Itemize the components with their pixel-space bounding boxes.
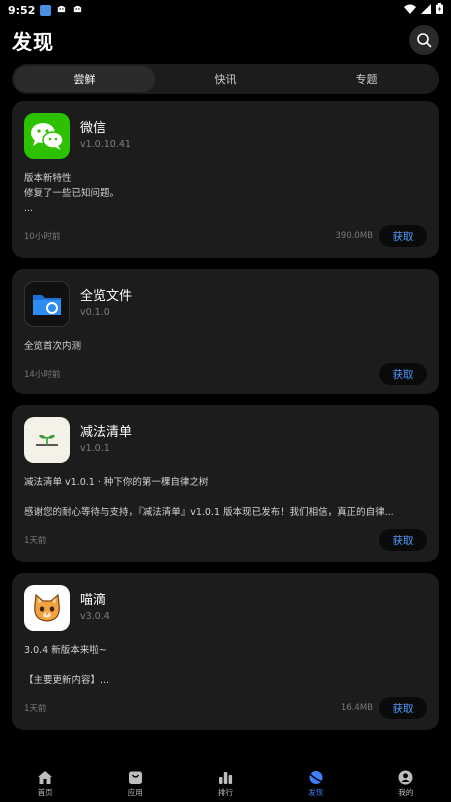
app-description: 版本新特性 修复了一些已知问题。 ... [24, 171, 427, 216]
status-time: 9:52 [8, 3, 36, 17]
desc-line: 版本新特性 [24, 173, 72, 184]
app-feed: 微信 v1.0.10.41 版本新特性 修复了一些已知问题。 ... 10小时前… [12, 101, 439, 741]
ranking-icon [219, 772, 233, 784]
tab-zhuanti[interactable]: 专题 [296, 66, 437, 92]
desc-line: ... [24, 203, 34, 214]
app-card[interactable]: 全览文件 v0.1.0 全览首次内测 14小时前 获取 [12, 269, 439, 394]
tab-kuaixun[interactable]: 快讯 [155, 66, 296, 92]
desc-line [24, 490, 427, 505]
desc-line: 修复了一些已知问题。 [24, 188, 120, 199]
search-icon [417, 33, 432, 48]
tab-label: 尝鲜 [73, 73, 96, 86]
app-card[interactable]: 微信 v1.0.10.41 版本新特性 修复了一些已知问题。 ... 10小时前… [12, 101, 439, 258]
app-version: v1.0.10.41 [80, 139, 131, 150]
app-description: 3.0.4 新版本来啦~ 【主要更新内容】... [24, 643, 427, 688]
release-time: 10小时前 [24, 232, 61, 242]
page-title: 发现 [12, 29, 54, 54]
discover-tabs: 尝鲜 快讯 专题 [12, 64, 439, 94]
app-size: 16.4MB [340, 703, 373, 713]
app-size: 390.0MB [335, 231, 374, 241]
nav-label: 首页 [37, 788, 53, 797]
apps-icon [128, 771, 142, 784]
nav-item-apps[interactable]: 应用 [90, 763, 180, 802]
get-button[interactable]: 获取 [379, 225, 427, 247]
profile-icon [398, 770, 413, 785]
desc-line [24, 658, 427, 673]
app-name: 微信 [80, 121, 107, 136]
home-icon [38, 771, 53, 784]
app-name: 喵滴 [80, 593, 107, 608]
app-version: v3.0.4 [80, 611, 110, 622]
desc-line: 减法清单 v1.0.1 · 种下你的第一棵自律之树 [24, 477, 209, 488]
release-time: 1天前 [24, 536, 47, 546]
desc-line: 3.0.4 新版本来啦~ [24, 645, 107, 656]
nav-label: 发现 [308, 788, 324, 797]
nav-item-home[interactable]: 首页 [0, 763, 90, 802]
battery-icon [436, 3, 443, 17]
app-version: v0.1.0 [80, 307, 110, 318]
get-button[interactable]: 获取 [379, 529, 427, 551]
tab-label: 快讯 [214, 73, 237, 86]
get-button[interactable]: 获取 [379, 363, 427, 385]
app-card[interactable]: 喵滴 v3.0.4 3.0.4 新版本来啦~ 【主要更新内容】... 1天前 1… [12, 573, 439, 730]
nav-label: 排行 [218, 788, 233, 797]
nav-item-ranking[interactable]: 排行 [180, 763, 270, 802]
app-card[interactable]: 减法清单 v1.0.1 减法清单 v1.0.1 · 种下你的第一棵自律之树 感谢… [12, 405, 439, 562]
wechat-icon [24, 113, 70, 159]
search-button[interactable] [409, 25, 439, 55]
release-time: 14小时前 [24, 370, 61, 380]
app-name: 全览文件 [80, 289, 133, 304]
nav-item-profile[interactable]: 我的 [361, 763, 451, 802]
get-button[interactable]: 获取 [379, 697, 427, 719]
tab-label: 专题 [355, 73, 378, 86]
folder-icon [24, 281, 70, 327]
notification-android-icon [56, 3, 67, 17]
sprout-icon [24, 417, 70, 463]
discover-icon [309, 771, 323, 784]
app-name: 减法清单 [80, 425, 133, 440]
signal-icon [421, 3, 431, 17]
nav-item-discover[interactable]: 发现 [271, 763, 361, 802]
notification-android-icon-2 [72, 3, 83, 17]
bottom-nav: 首页 应用 排行 发现 我的 [0, 763, 451, 802]
desc-line: 全览首次内测 [24, 341, 82, 352]
release-time: 1天前 [24, 704, 47, 714]
app-description: 全览首次内测 [24, 339, 427, 354]
cat-icon [24, 585, 70, 631]
desc-line: 【主要更新内容】... [24, 675, 110, 686]
nav-label: 应用 [127, 788, 143, 797]
tab-changxian[interactable]: 尝鲜 [14, 66, 155, 92]
notification-app-icon [40, 4, 52, 16]
header: 发现 [0, 22, 451, 58]
desc-line: 感谢您的耐心等待与支持，『减法清单』v1.0.1 版本现已发布！我们相信，真正的… [24, 507, 394, 518]
status-bar: 9:52 [0, 0, 451, 20]
nav-label: 我的 [398, 788, 414, 797]
wifi-icon [404, 4, 416, 17]
app-version: v1.0.1 [80, 443, 110, 454]
app-description: 减法清单 v1.0.1 · 种下你的第一棵自律之树 感谢您的耐心等待与支持，『减… [24, 475, 427, 520]
